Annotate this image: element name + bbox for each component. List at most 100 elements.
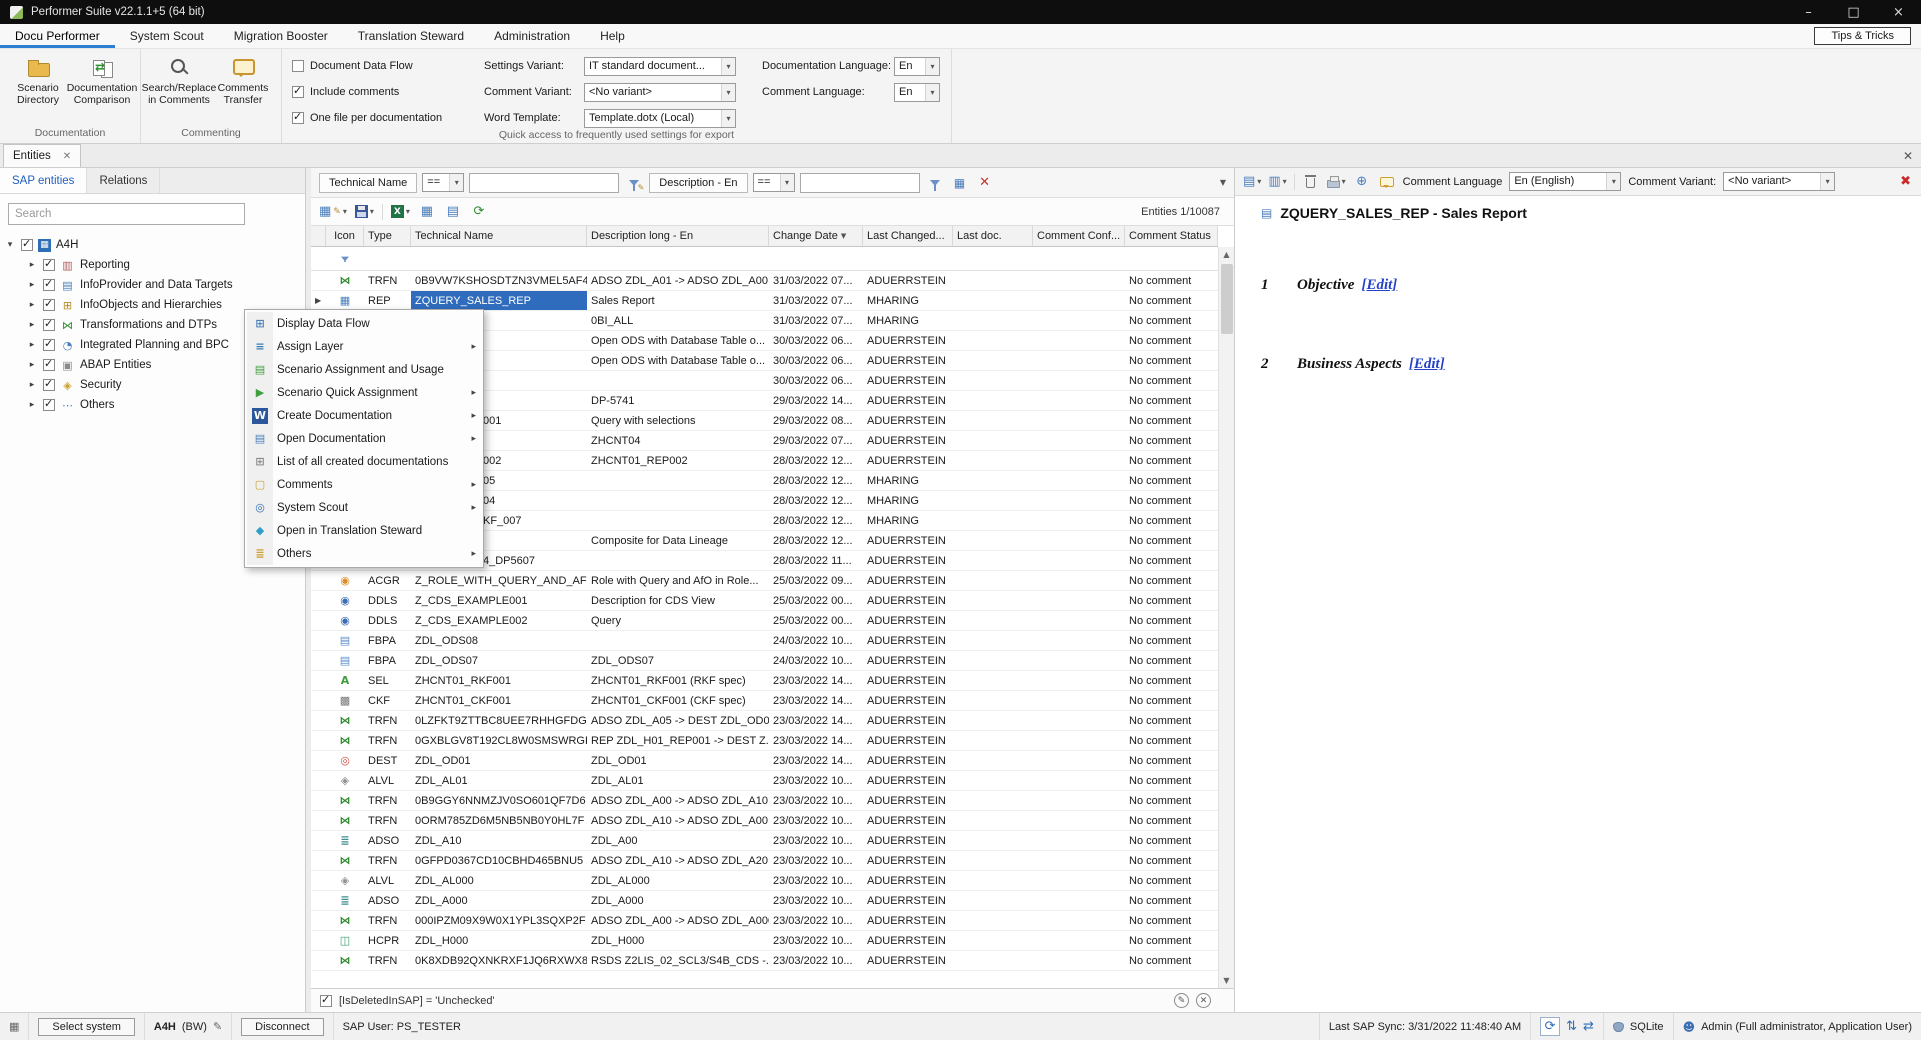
tab-entities[interactable]: Entities ✕ — [3, 144, 81, 167]
column-header[interactable]: Last Changed... — [863, 226, 953, 246]
context-menu-item[interactable]: ▤ Open Documentation ▸ — [247, 427, 481, 450]
chevron-down-icon[interactable]: ▼ — [1220, 178, 1226, 187]
ribbon-tab[interactable]: System Scout — [115, 24, 219, 48]
refresh-icon[interactable]: ⟳ — [470, 202, 488, 222]
ribbon-big-button[interactable]: CommentsTransfer — [211, 53, 275, 126]
description-filter-input[interactable] — [800, 173, 920, 193]
filter-edit-icon[interactable]: ✎ — [624, 173, 644, 193]
table-row[interactable]: ▶ ▤ FBPA ZDL_ODS07 ZDL_ODS07 24/03/2022 … — [311, 651, 1218, 671]
expand-icon[interactable]: ▸ — [26, 300, 38, 310]
filter-enabled-checkbox[interactable] — [320, 995, 332, 1007]
field-select[interactable]: IT standard document... ▾ — [584, 57, 736, 76]
ribbon-big-button[interactable]: Search/Replacein Comments — [147, 53, 211, 126]
scroll-down-icon[interactable]: ▼ — [1219, 973, 1234, 988]
expand-icon[interactable]: ▸ — [26, 280, 38, 290]
open-document-button[interactable]: ▥▾ — [1268, 172, 1286, 192]
filter-icon[interactable] — [925, 173, 945, 193]
close-all-icon[interactable]: ✕ — [1903, 149, 1913, 163]
print-icon[interactable]: ▾ — [1327, 172, 1346, 192]
db-sync-up-icon[interactable]: ⇅ — [1566, 1019, 1577, 1034]
ribbon-tab[interactable]: Migration Booster — [219, 24, 343, 48]
close-panel-icon[interactable]: ✖ — [1900, 174, 1913, 189]
table-row[interactable]: ▶ ⋈ TRFN 000IPZM09X9W0X1YPL3SQXP2F ADSO … — [311, 911, 1218, 931]
field-select[interactable]: Template.dotx (Local) ▾ — [584, 109, 736, 128]
vertical-scrollbar[interactable]: ▲ ▼ — [1218, 247, 1234, 988]
table-row[interactable]: ▶ ◉ ACGR Z_ROLE_WITH_QUERY_AND_AF Role w… — [311, 571, 1218, 591]
tips-and-tricks-button[interactable]: Tips & Tricks — [1814, 27, 1911, 45]
ribbon-tab[interactable]: Administration — [479, 24, 585, 48]
export-option-checkbox[interactable]: One file per documentation — [292, 108, 462, 128]
sync-refresh-button[interactable]: ⟳ — [1540, 1017, 1560, 1036]
tree-item[interactable]: ▸ ▥ Reporting — [4, 255, 301, 275]
ribbon-tab[interactable]: Translation Steward — [343, 24, 479, 48]
export-document-button[interactable]: ▤▾ — [1243, 172, 1261, 192]
language-select[interactable]: En ▾ — [894, 57, 940, 76]
table-row[interactable]: ▶ ⋈ TRFN 0GXBLGV8T192CL8W0SMSWRGF REP ZD… — [311, 731, 1218, 751]
context-menu-item[interactable]: W Create Documentation ▸ — [247, 404, 481, 427]
checkbox[interactable] — [43, 399, 55, 411]
filter-field-2-label[interactable]: Description - En — [649, 173, 747, 193]
filter-grid-icon[interactable]: ▦ — [950, 173, 970, 193]
search-input[interactable] — [8, 203, 245, 225]
maximize-button[interactable]: □ — [1831, 0, 1876, 24]
field-select[interactable]: <No variant> ▾ — [584, 83, 736, 102]
tree-item[interactable]: ▸ ▤ InfoProvider and Data Targets — [4, 275, 301, 295]
expand-icon[interactable]: ▸ — [26, 400, 38, 410]
close-button[interactable]: × — [1876, 0, 1921, 24]
column-header[interactable] — [311, 226, 326, 246]
checkbox[interactable] — [43, 259, 55, 271]
table-row[interactable]: ▶ ◎ DEST ZDL_OD01 ZDL_OD01 23/03/2022 14… — [311, 751, 1218, 771]
language-select[interactable]: En ▾ — [894, 83, 940, 102]
table-row[interactable]: ▶ ▦ REP ZQUERY_SALES_REP Sales Report 31… — [311, 291, 1218, 311]
context-menu-item[interactable]: ⊞ Display Data Flow ▸ — [247, 312, 481, 335]
table-row[interactable]: ▶ ◈ ALVL ZDL_AL000 ZDL_AL000 23/03/2022 … — [311, 871, 1218, 891]
table-row[interactable]: ▶ ≣ ADSO ZDL_A000 ZDL_A000 23/03/2022 10… — [311, 891, 1218, 911]
disconnect-button[interactable]: Disconnect — [241, 1018, 323, 1036]
column-header[interactable]: Comment Status — [1125, 226, 1218, 246]
table-row[interactable]: ▶ ◈ ALVL ZDL_AL01 ZDL_AL01 23/03/2022 10… — [311, 771, 1218, 791]
expand-icon[interactable]: ▸ — [26, 380, 38, 390]
table-row[interactable]: ▶ ⋈ TRFN 0K8XDB92QXNKRXF1JQ6RXWX8 RSDS Z… — [311, 951, 1218, 971]
minimize-button[interactable]: – — [1786, 0, 1831, 24]
table-row[interactable]: ▶ ▩ CKF ZHCNT01_CKF001 ZHCNT01_CKF001 (C… — [311, 691, 1218, 711]
comment-variant-select[interactable]: <No variant> ▾ — [1723, 172, 1835, 191]
remove-filter-icon[interactable]: ✕ — [1196, 993, 1211, 1008]
table-row[interactable]: ▶ ◉ DDLS Z_CDS_EXAMPLE001 Description fo… — [311, 591, 1218, 611]
checkbox[interactable] — [43, 279, 55, 291]
table-row[interactable]: ▶ A SEL ZHCNT01_RKF001 ZHCNT01_RKF001 (R… — [311, 671, 1218, 691]
context-menu-item[interactable]: ▤ Scenario Assignment and Usage ▸ — [247, 358, 481, 381]
ribbon-tab[interactable]: Docu Performer — [0, 24, 115, 48]
checkbox[interactable] — [43, 299, 55, 311]
export-excel-button[interactable]: X▾ — [391, 202, 410, 222]
table-row[interactable]: ▶ ⋈ TRFN 0GFPD0367CD10CBHD465BNU5 ADSO Z… — [311, 851, 1218, 871]
checkbox[interactable] — [43, 359, 55, 371]
column-header[interactable]: Technical Name — [411, 226, 587, 246]
table-row[interactable]: ▶ ⋈ TRFN 0ORM785ZD6M5NB5NB0Y0HL7F ADSO Z… — [311, 811, 1218, 831]
grid-layout-button[interactable]: ▦✎▾ — [319, 202, 347, 222]
ribbon-big-button[interactable]: DocumentationComparison — [70, 53, 134, 126]
save-layout-button[interactable]: ▾ — [355, 202, 374, 222]
clear-filter-icon[interactable]: ✕ — [975, 173, 995, 193]
edit-link[interactable]: [Edit] — [1361, 277, 1397, 294]
column-header[interactable]: Comment Conf... — [1033, 226, 1125, 246]
context-menu-item[interactable]: ≡ Assign Layer ▸ — [247, 335, 481, 358]
ribbon-big-button[interactable]: ScenarioDirectory — [6, 53, 70, 126]
table-view-button[interactable]: ▦ — [418, 202, 436, 222]
column-header[interactable]: Description long - En — [587, 226, 769, 246]
checkbox[interactable] — [43, 339, 55, 351]
column-header[interactable]: Last doc. — [953, 226, 1033, 246]
column-header[interactable]: Icon — [326, 226, 364, 246]
context-menu-item[interactable]: ≣ Others ▸ — [247, 542, 481, 565]
delete-icon[interactable] — [1302, 172, 1320, 192]
column-header[interactable]: Type — [364, 226, 411, 246]
context-menu-item[interactable]: ◎ System Scout ▸ — [247, 496, 481, 519]
db-sync-transfer-icon[interactable]: ⇄ — [1583, 1019, 1594, 1034]
close-tab-icon[interactable]: ✕ — [63, 151, 71, 162]
table-row[interactable]: ▶ ◉ DDLS Z_CDS_EXAMPLE002 Query 25/03/20… — [311, 611, 1218, 631]
edit-filter-icon[interactable]: ✎ — [1174, 993, 1189, 1008]
context-menu-item[interactable]: ▢ Comments ▸ — [247, 473, 481, 496]
grid-filter-row[interactable] — [311, 247, 1218, 271]
checkbox[interactable] — [21, 239, 33, 251]
technical-name-filter-input[interactable] — [469, 173, 619, 193]
scrollbar-thumb[interactable] — [1221, 264, 1233, 334]
